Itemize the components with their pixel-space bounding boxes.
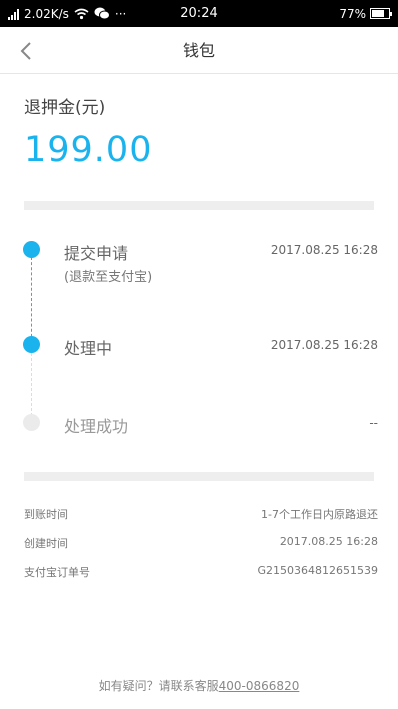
timeline-dot-pending xyxy=(23,414,40,431)
page-title: 钱包 xyxy=(182,41,215,60)
timeline-step-title: 处理中 xyxy=(64,339,113,358)
timeline-step-subtitle: (退款至支付宝) xyxy=(64,270,153,285)
timeline-step-title: 提交申请 xyxy=(64,244,129,263)
help-footer: 如有疑问？请联系客服400-0866820 xyxy=(0,677,398,694)
help-text: 如有疑问？请联系客服 xyxy=(98,679,219,693)
detail-key: 支付宝订单号 xyxy=(24,566,90,579)
detail-value: 1-7个工作日内原路退还 xyxy=(261,508,378,521)
section-divider xyxy=(24,201,374,210)
detail-row: 到账时间 1-7个工作日内原路退还 xyxy=(24,506,378,526)
section-divider xyxy=(24,472,374,481)
timeline-dot xyxy=(23,336,40,353)
refund-amount: 199.00 xyxy=(24,130,153,170)
timeline-dot xyxy=(23,241,40,258)
timeline-step-time: 2017.08.25 16:28 xyxy=(270,243,378,257)
refund-label: 退押金(元) xyxy=(24,98,106,118)
detail-row: 支付宝订单号 G2150364812651539 xyxy=(24,564,378,584)
detail-key: 到账时间 xyxy=(24,508,68,521)
clock: 20:24 xyxy=(180,6,218,21)
battery-percent: 77% xyxy=(339,6,366,21)
customer-service-phone-link[interactable]: 400-0866820 xyxy=(219,679,300,693)
timeline-step-title: 处理成功 xyxy=(64,417,129,436)
detail-key: 创建时间 xyxy=(24,537,68,550)
status-bar: 2.02K/s ··· 20:24 77% xyxy=(0,0,398,27)
battery-icon xyxy=(370,8,392,19)
detail-value: 2017.08.25 16:28 xyxy=(279,535,378,548)
battery-fill xyxy=(372,10,384,17)
timeline-connector-pending xyxy=(31,353,32,416)
timeline-step-time: -- xyxy=(369,416,378,430)
nav-bar: 钱包 xyxy=(0,27,398,74)
timeline-step-time: 2017.08.25 16:28 xyxy=(270,338,378,352)
detail-value: G2150364812651539 xyxy=(257,564,378,577)
detail-row: 创建时间 2017.08.25 16:28 xyxy=(24,535,378,555)
timeline-connector xyxy=(31,257,32,342)
status-right: 77% xyxy=(339,0,392,27)
